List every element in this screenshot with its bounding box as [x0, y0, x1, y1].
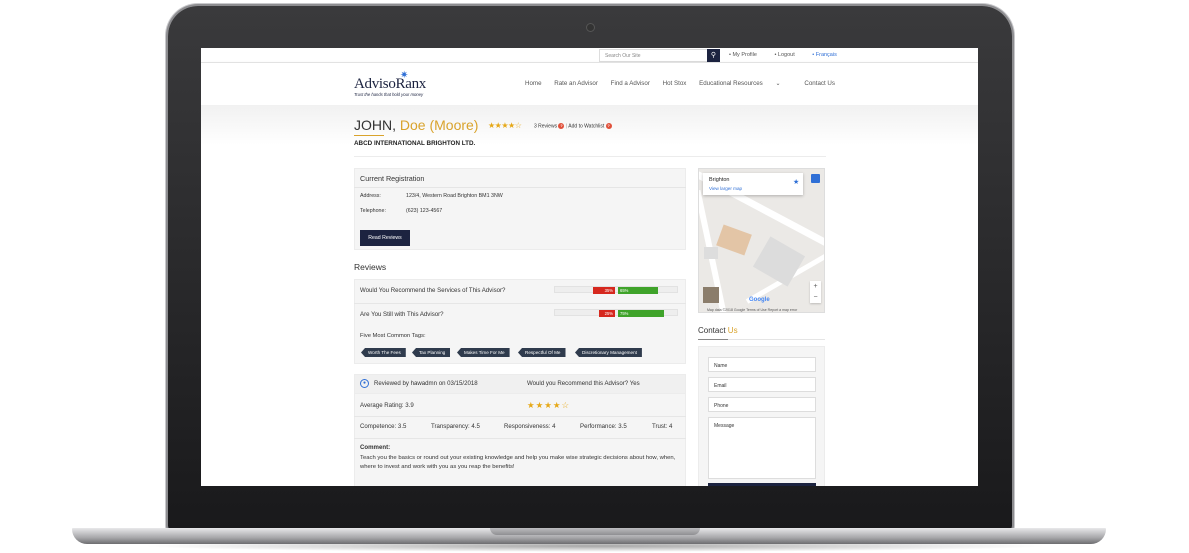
- recommend-yes-fill: 65%: [618, 287, 658, 294]
- nav-contact-us[interactable]: Contact Us: [804, 80, 835, 87]
- tag-chip[interactable]: Worth The Fees: [361, 348, 406, 357]
- name-field[interactable]: Name: [708, 357, 816, 372]
- phone-field[interactable]: Phone: [708, 397, 816, 412]
- nav-rate-advisor[interactable]: Rate an Advisor: [554, 80, 598, 87]
- webcam: [587, 24, 594, 31]
- message-field[interactable]: Message: [708, 417, 816, 479]
- tags-title: Five Most Common Tags:: [360, 333, 426, 339]
- zoom-in-icon[interactable]: +: [810, 281, 821, 292]
- transparency-score: Transparency: 4.5: [431, 423, 480, 430]
- advisor-meta: 3 Reviews ? | Add to Watchlist ?: [534, 123, 612, 130]
- performance-score: Performance: 3.5: [580, 423, 627, 430]
- title-underline: [354, 135, 384, 136]
- responsiveness-score: Responsiveness: 4: [504, 423, 556, 430]
- trust-score: Trust: 4: [652, 423, 673, 430]
- watchlist-link[interactable]: Add to Watchlist: [568, 123, 604, 129]
- reviews-title: Reviews: [354, 262, 387, 272]
- tag-chip[interactable]: Discretionary Management: [575, 348, 642, 357]
- reviewed-by: Reviewed by hawadmn on 03/15/2018: [374, 380, 478, 387]
- laptop-mockup: Search Our Site ⚲ • My Profile • Logout …: [0, 0, 1189, 553]
- map-building: [716, 224, 752, 256]
- divider: [354, 438, 686, 439]
- telephone-label: Telephone:: [360, 208, 386, 214]
- user-icon: ●: [360, 379, 369, 388]
- contact-title: Contact Us: [698, 326, 738, 335]
- competence-score: Competence: 3.5: [360, 423, 407, 430]
- laptop-notch: [490, 528, 700, 535]
- search-button[interactable]: ⚲: [707, 49, 720, 62]
- search-icon: ⚲: [710, 52, 717, 59]
- average-rating: Average Rating: 3.9: [360, 402, 414, 409]
- map-zoom-control[interactable]: + −: [810, 281, 821, 303]
- nav-hot-stox[interactable]: Hot Stox: [663, 80, 687, 87]
- language-link[interactable]: • Français: [812, 52, 845, 58]
- tag-chip[interactable]: Tax Planning: [412, 348, 451, 357]
- utility-bar: Search Our Site ⚲ • My Profile • Logout …: [201, 48, 978, 63]
- logo-star-icon: ✷: [400, 70, 409, 81]
- address-value: 123/4, Western Road Brighton BM1 3NW: [406, 193, 503, 199]
- divider: [354, 156, 826, 157]
- logo-tagline: Trust the hands that hold your money: [354, 92, 424, 97]
- main-navbar: AdvisoRanx ✷ Trust the hands that hold yo…: [201, 63, 978, 105]
- divider: [354, 187, 686, 188]
- my-profile-link[interactable]: • My Profile: [729, 52, 765, 58]
- map-building: [704, 247, 718, 259]
- question-still-with: Are You Still with This Advisor?: [360, 311, 444, 318]
- location-map[interactable]: Brighton View larger map ★ + − Google Map…: [698, 168, 825, 313]
- map-place: Brighton: [709, 177, 730, 183]
- tag-chip[interactable]: Makes Time For Me: [457, 348, 510, 357]
- still-with-no-fill: 25%: [599, 310, 615, 317]
- map-info-card: Brighton View larger map ★: [703, 173, 803, 195]
- title-underline: [698, 339, 728, 340]
- google-logo: Google: [749, 297, 770, 303]
- telephone-value: (623) 123-4567: [406, 208, 443, 214]
- question-recommend: Would You Recommend the Services of This…: [360, 287, 506, 294]
- directions-icon[interactable]: ★: [793, 178, 799, 186]
- advisor-rating-stars: ★★★★☆: [488, 121, 522, 130]
- zoom-out-icon[interactable]: −: [810, 292, 821, 303]
- comment-text: Teach you the basics or round out your e…: [360, 455, 676, 470]
- chevron-down-icon: ⌄: [775, 80, 781, 87]
- help-icon[interactable]: ?: [558, 123, 565, 129]
- help-icon[interactable]: ?: [605, 123, 612, 129]
- utility-links: • My Profile • Logout • Français: [729, 52, 853, 58]
- comment-label: Comment:: [360, 444, 391, 451]
- divider: [354, 303, 686, 304]
- reviews-link[interactable]: 3 Reviews: [534, 123, 557, 129]
- still-with-yes-fill: 75%: [618, 310, 664, 317]
- email-field[interactable]: Email: [708, 377, 816, 392]
- read-reviews-button[interactable]: Read Reviews: [360, 230, 410, 246]
- map-footer: Map data ©2018 Google Terms of Use Repor…: [707, 308, 798, 312]
- recommend-bar: [554, 286, 678, 293]
- address-label: Address:: [360, 193, 381, 199]
- nav-menu: Home Rate an Advisor Find a Advisor Hot …: [525, 80, 846, 87]
- submit-button[interactable]: [708, 483, 816, 486]
- street-view-icon[interactable]: [811, 174, 820, 183]
- nav-home[interactable]: Home: [525, 80, 542, 87]
- map-building: [752, 236, 806, 287]
- nav-educational-resources[interactable]: Educational Resources ⌄: [699, 80, 792, 87]
- logout-link[interactable]: • Logout: [774, 52, 802, 58]
- recommend-no-fill: 35%: [593, 287, 615, 294]
- site-logo[interactable]: AdvisoRanx ✷: [354, 70, 426, 93]
- nav-find-advisor[interactable]: Find a Advisor: [611, 80, 650, 87]
- satellite-thumbnail[interactable]: [703, 287, 719, 303]
- advisor-name: JOHN, Doe (Moore): [354, 117, 479, 133]
- search-input[interactable]: Search Our Site: [599, 49, 708, 62]
- view-larger-map-link[interactable]: View larger map: [709, 186, 742, 191]
- registration-title: Current Registration: [360, 174, 425, 183]
- tag-chip[interactable]: Respectful Of Me: [518, 348, 566, 357]
- divider: [354, 416, 686, 417]
- review-rating-stars: ★★★★☆: [527, 400, 571, 410]
- advisor-company: ABCD INTERNATIONAL BRIGHTON LTD.: [354, 140, 476, 147]
- would-recommend: Would you Recommend this Advisor? Yes: [527, 380, 640, 387]
- website-screen: Search Our Site ⚲ • My Profile • Logout …: [201, 48, 978, 486]
